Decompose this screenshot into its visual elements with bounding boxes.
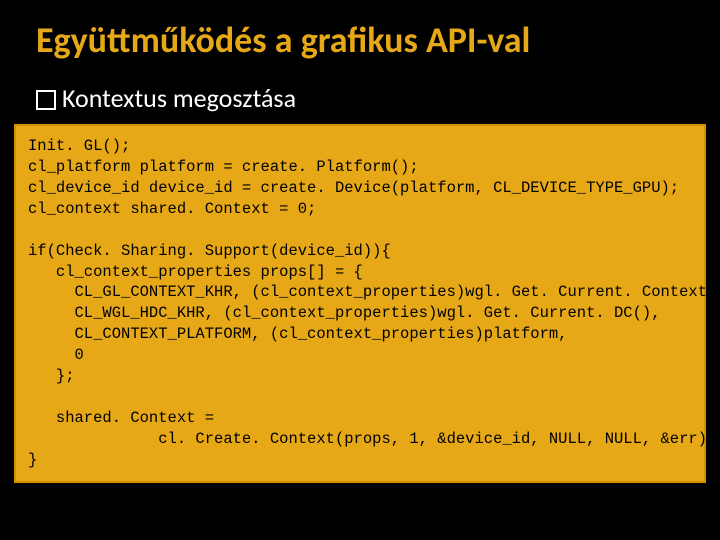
subtitle-text: Kontextus megosztása [62,82,296,114]
bullet-square-icon [36,90,56,110]
slide-title: Együttműködés a grafikus API-val [0,0,720,66]
slide: Együttműködés a grafikus API-val Kontext… [0,0,720,540]
subtitle-row: Kontextus megosztása [0,66,720,124]
code-block: Init. GL(); cl_platform platform = creat… [14,124,706,483]
